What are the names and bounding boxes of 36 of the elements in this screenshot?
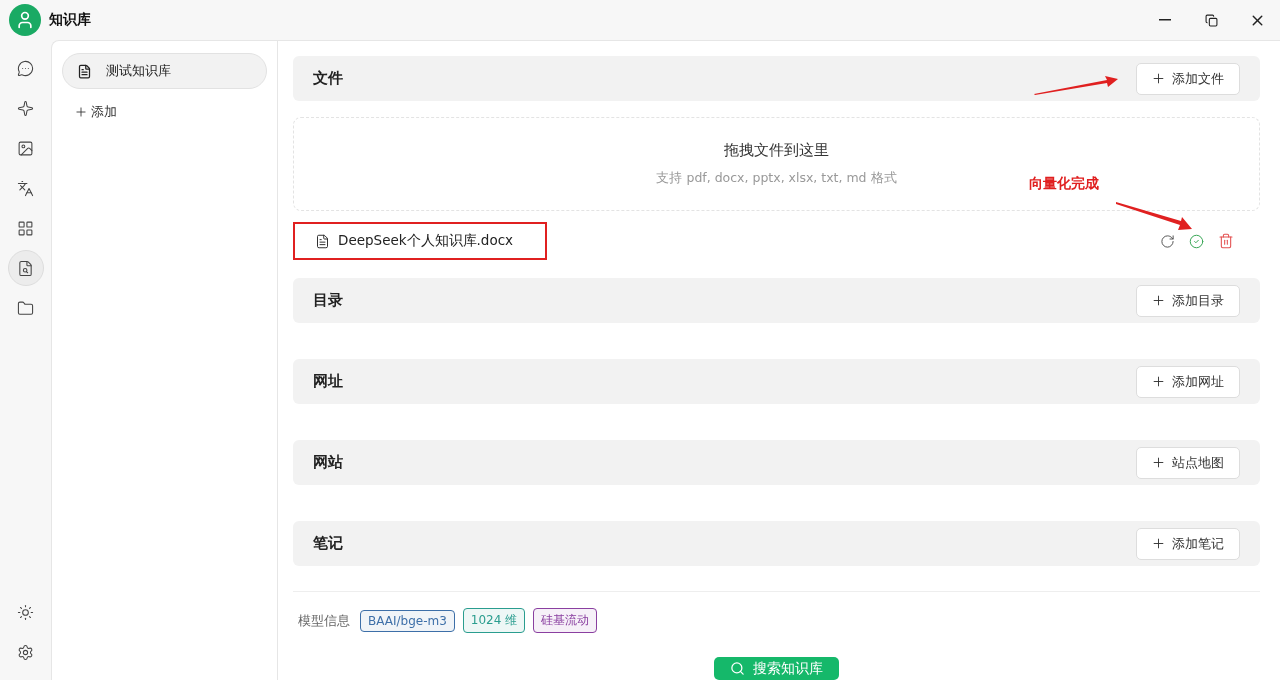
model-tag: BAAI/bge-m3 xyxy=(360,609,455,632)
add-button[interactable]: 站点地图 xyxy=(1136,446,1240,479)
file-name: DeepSeek个人知识库.docx xyxy=(293,222,547,260)
drop-zone-title: 拖拽文件到这里 xyxy=(724,141,829,160)
section-title: 网址 xyxy=(313,372,343,391)
annotation-label: 向量化完成 xyxy=(1029,175,1099,193)
document-icon xyxy=(315,233,330,249)
drop-zone-hint: 支持 pdf, docx, pptx, xlsx, txt, md 格式 xyxy=(656,170,897,187)
add-link[interactable]: 添加 xyxy=(62,99,129,125)
document-icon xyxy=(77,63,92,79)
section-title: 目录 xyxy=(313,291,343,310)
search-icon xyxy=(730,661,745,676)
plus-icon xyxy=(1151,455,1166,470)
trash-icon[interactable] xyxy=(1218,233,1234,249)
model-tag: 1024 维 xyxy=(462,608,526,633)
section-title: 文件 xyxy=(313,69,343,88)
plus-icon xyxy=(1151,374,1166,389)
section-title: 笔记 xyxy=(313,534,343,553)
knowledge-base-item[interactable]: 测试知识库 xyxy=(62,53,267,89)
plus-icon xyxy=(74,105,88,119)
section-title: 网站 xyxy=(313,453,343,472)
plus-icon xyxy=(1151,293,1166,308)
model-tag: 硅基流动 xyxy=(533,608,598,633)
minimize-icon xyxy=(1159,19,1171,21)
document-search-icon[interactable] xyxy=(7,250,44,286)
plus-icon xyxy=(1151,71,1166,86)
plus-icon xyxy=(1151,536,1166,551)
add-button[interactable]: 添加文件 xyxy=(1136,62,1240,95)
restore-icon xyxy=(1204,13,1218,27)
avatar[interactable] xyxy=(9,4,41,36)
refresh-icon[interactable] xyxy=(1160,233,1175,249)
app-title: 知识库 xyxy=(49,11,91,29)
add-button[interactable]: 添加网址 xyxy=(1136,365,1240,398)
model-info-label: 模型信息 xyxy=(298,611,350,630)
add-button[interactable]: 添加目录 xyxy=(1136,284,1240,317)
add-button[interactable]: 添加笔记 xyxy=(1136,527,1240,560)
